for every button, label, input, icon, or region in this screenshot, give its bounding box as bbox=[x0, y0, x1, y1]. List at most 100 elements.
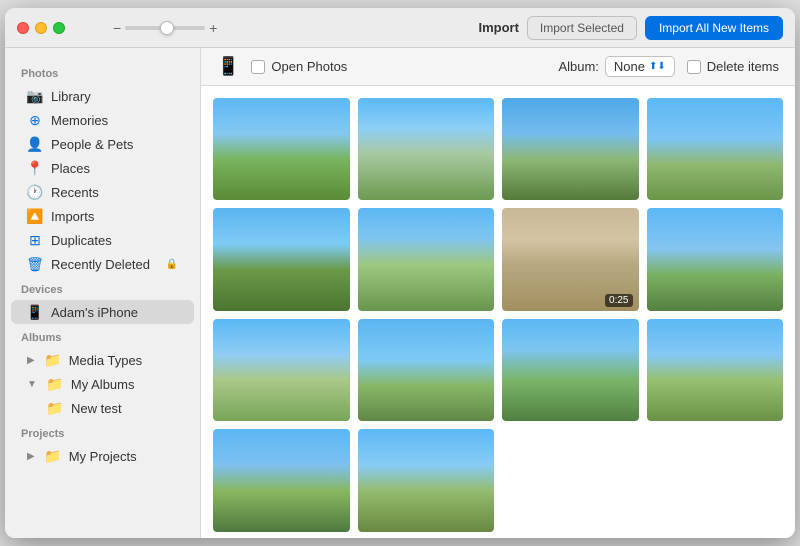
mountain-overlay bbox=[502, 360, 639, 421]
sidebar-item-recently-deleted[interactable]: 🗑 Recently Deleted 🔒 bbox=[11, 252, 194, 276]
import-all-button[interactable]: Import All New Items bbox=[645, 16, 783, 40]
library-icon: 📷 bbox=[27, 88, 43, 104]
titlebar: − + Import Import Selected Import All Ne… bbox=[5, 8, 795, 48]
iphone-icon: 📱 bbox=[27, 304, 43, 320]
mountain-overlay bbox=[213, 360, 350, 421]
mountain-overlay bbox=[213, 139, 350, 200]
sidebar-item-imports-label: Imports bbox=[51, 209, 178, 224]
zoom-slider-track[interactable] bbox=[125, 26, 205, 30]
mountain-overlay bbox=[358, 139, 495, 200]
album-select[interactable]: None ⬆⬇ bbox=[605, 56, 675, 77]
album-value: None bbox=[614, 59, 645, 74]
close-button[interactable] bbox=[17, 22, 29, 34]
photo-cell-p13[interactable] bbox=[213, 429, 350, 531]
media-types-icon: 📁 bbox=[45, 352, 61, 368]
mountain-overlay bbox=[358, 249, 495, 310]
photo-cell-p9[interactable] bbox=[213, 319, 350, 421]
sidebar-item-my-projects-label: My Projects bbox=[69, 449, 178, 464]
sidebar-item-memories-label: Memories bbox=[51, 113, 178, 128]
expand-my-albums-icon: ▼ bbox=[27, 379, 37, 390]
zoom-in-button[interactable]: + bbox=[209, 20, 217, 36]
sidebar-item-my-albums-label: My Albums bbox=[71, 377, 178, 392]
toolbar-bar: 📱 Open Photos Album: None ⬆⬇ Delete item… bbox=[201, 48, 795, 86]
sidebar-item-memories[interactable]: ⊕ Memories bbox=[11, 108, 194, 132]
maximize-button[interactable] bbox=[53, 22, 65, 34]
sidebar-section-albums: Albums bbox=[5, 324, 200, 348]
photo-cell-p2[interactable] bbox=[358, 98, 495, 200]
traffic-lights bbox=[17, 22, 65, 34]
sidebar-item-duplicates-label: Duplicates bbox=[51, 233, 178, 248]
mountain-overlay bbox=[647, 139, 784, 200]
sidebar-section-photos: Photos bbox=[5, 60, 200, 84]
mountain-overlay bbox=[213, 470, 350, 531]
sidebar-item-library-label: Library bbox=[51, 89, 178, 104]
photo-cell-p7[interactable]: 0:25 bbox=[502, 208, 639, 310]
photo-row-2 bbox=[213, 319, 783, 421]
photo-cell-p11[interactable] bbox=[502, 319, 639, 421]
sidebar-item-new-test-label: New test bbox=[71, 401, 178, 416]
sidebar-item-media-types-label: Media Types bbox=[69, 353, 178, 368]
mountain-overlay bbox=[358, 470, 495, 531]
sidebar-item-places-label: Places bbox=[51, 161, 178, 176]
zoom-out-button[interactable]: − bbox=[113, 20, 121, 36]
imports-icon: 🔼 bbox=[27, 208, 43, 224]
titlebar-right: Import Import Selected Import All New It… bbox=[478, 16, 783, 40]
expand-media-types-icon: ▶ bbox=[27, 355, 35, 366]
expand-my-projects-icon: ▶ bbox=[27, 451, 35, 462]
sidebar-item-people-pets[interactable]: 👤 People & Pets bbox=[11, 132, 194, 156]
sidebar-item-new-test[interactable]: 📁 New test bbox=[11, 396, 194, 420]
people-pets-icon: 👤 bbox=[27, 136, 43, 152]
sidebar-section-projects: Projects bbox=[5, 420, 200, 444]
sidebar-item-media-types[interactable]: ▶ 📁 Media Types bbox=[11, 348, 194, 372]
sidebar-item-library[interactable]: 📷 Library bbox=[11, 84, 194, 108]
mountain-overlay bbox=[213, 249, 350, 310]
open-photos-checkbox-area[interactable]: Open Photos bbox=[251, 59, 347, 74]
import-selected-button[interactable]: Import Selected bbox=[527, 16, 637, 40]
photo-cell-p4[interactable] bbox=[647, 98, 784, 200]
sidebar-item-adams-iphone-label: Adam's iPhone bbox=[51, 305, 178, 320]
photo-empty bbox=[502, 429, 639, 531]
sidebar-item-recently-deleted-label: Recently Deleted bbox=[51, 257, 158, 272]
sidebar-section-devices: Devices bbox=[5, 276, 200, 300]
album-area: Album: None ⬆⬇ bbox=[558, 56, 674, 77]
photo-cell-p10[interactable] bbox=[358, 319, 495, 421]
photo-grid: 0:25 bbox=[201, 86, 795, 538]
photo-cell-p12[interactable] bbox=[647, 319, 784, 421]
album-stepper-icon: ⬆⬇ bbox=[649, 61, 666, 72]
open-photos-checkbox[interactable] bbox=[251, 60, 265, 74]
photo-row-3 bbox=[213, 429, 783, 531]
duplicates-icon: ⊞ bbox=[27, 232, 43, 248]
photo-row-1: 0:25 bbox=[213, 208, 783, 310]
photo-cell-p6[interactable] bbox=[358, 208, 495, 310]
delete-items-area[interactable]: Delete items bbox=[687, 59, 779, 74]
photo-row-0 bbox=[213, 98, 783, 200]
new-test-icon: 📁 bbox=[47, 400, 63, 416]
mountain-overlay bbox=[647, 249, 784, 310]
content-area: Photos 📷 Library ⊕ Memories 👤 People & P… bbox=[5, 48, 795, 538]
zoom-slider-thumb[interactable] bbox=[160, 21, 174, 35]
sidebar-item-imports[interactable]: 🔼 Imports bbox=[11, 204, 194, 228]
photo-cell-p8[interactable] bbox=[647, 208, 784, 310]
memories-icon: ⊕ bbox=[27, 112, 43, 128]
photo-cell-p14[interactable] bbox=[358, 429, 495, 531]
photo-cell-p1[interactable] bbox=[213, 98, 350, 200]
mountain-overlay bbox=[502, 139, 639, 200]
photo-cell-p3[interactable] bbox=[502, 98, 639, 200]
delete-items-checkbox[interactable] bbox=[687, 60, 701, 74]
open-photos-label: Open Photos bbox=[271, 59, 347, 74]
zoom-slider-area: − + bbox=[113, 20, 217, 36]
import-label: Import bbox=[478, 20, 518, 35]
sidebar-item-people-pets-label: People & Pets bbox=[51, 137, 178, 152]
minimize-button[interactable] bbox=[35, 22, 47, 34]
sidebar-item-recents[interactable]: 🕐 Recents bbox=[11, 180, 194, 204]
sidebar-item-duplicates[interactable]: ⊞ Duplicates bbox=[11, 228, 194, 252]
photo-empty bbox=[647, 429, 784, 531]
recently-deleted-icon: 🗑 bbox=[27, 256, 43, 272]
photo-cell-p5[interactable] bbox=[213, 208, 350, 310]
sidebar-item-adams-iphone[interactable]: 📱 Adam's iPhone bbox=[11, 300, 194, 324]
sidebar-item-my-projects[interactable]: ▶ 📁 My Projects bbox=[11, 444, 194, 468]
app-window: − + Import Import Selected Import All Ne… bbox=[5, 8, 795, 538]
device-icon: 📱 bbox=[217, 56, 239, 77]
sidebar-item-places[interactable]: 📍 Places bbox=[11, 156, 194, 180]
sidebar-item-my-albums[interactable]: ▼ 📁 My Albums bbox=[11, 372, 194, 396]
